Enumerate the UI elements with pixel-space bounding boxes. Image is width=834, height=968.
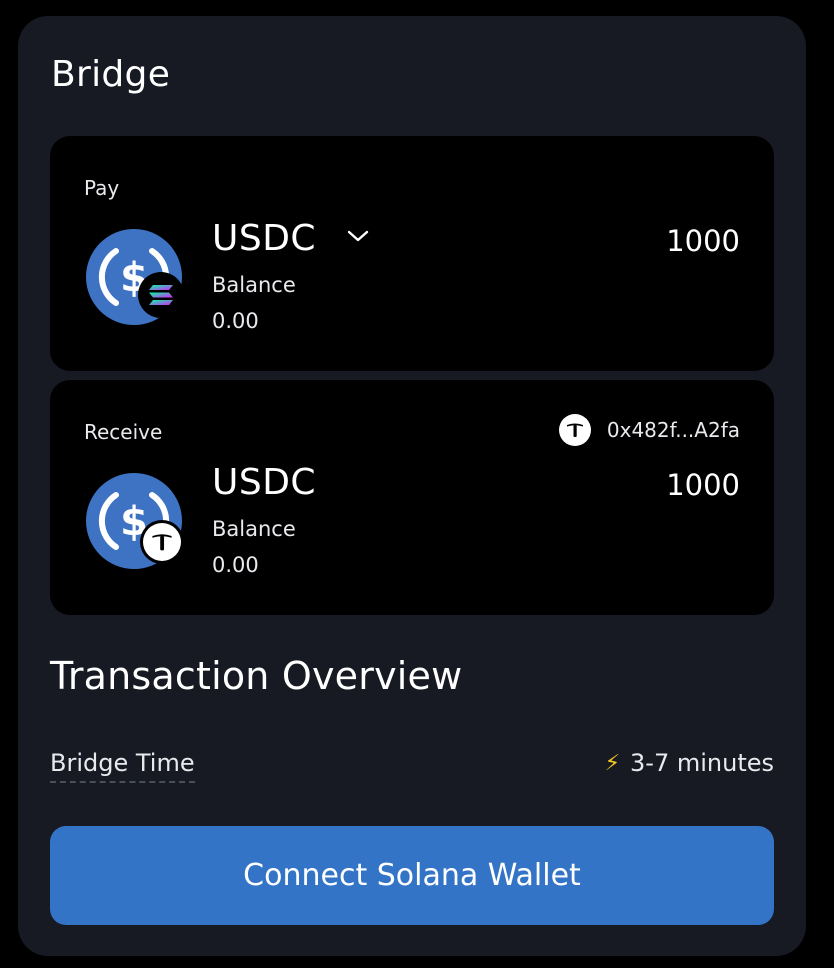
bridge-card: Bridge Pay $ USDC Balance 0.00 1000 Rece… — [18, 16, 806, 956]
pay-balance-value: 0.00 — [212, 309, 259, 333]
receive-amount: 1000 — [666, 468, 740, 502]
bridge-time-label[interactable]: Bridge Time — [50, 749, 195, 783]
receive-panel: Receive 0x482f...A2fa $ USDC Balance 0.0… — [50, 380, 774, 615]
receive-address-text: 0x482f...A2fa — [606, 418, 740, 442]
lightning-icon: ⚡ — [604, 750, 621, 776]
receive-label: Receive — [84, 420, 163, 444]
connect-wallet-button[interactable]: Connect Solana Wallet — [50, 826, 774, 925]
receive-address[interactable]: 0x482f...A2fa — [558, 414, 740, 446]
t-chain-icon — [558, 414, 591, 446]
receive-balance-label: Balance — [212, 517, 296, 541]
overview-title: Transaction Overview — [50, 654, 463, 698]
t-chain-badge-icon — [140, 520, 184, 564]
receive-token-symbol: USDC — [212, 462, 317, 503]
pay-token-symbol[interactable]: USDC — [212, 218, 316, 259]
pay-label: Pay — [84, 176, 120, 200]
chevron-down-icon[interactable] — [346, 228, 370, 244]
pay-amount-input[interactable]: 1000 — [666, 224, 740, 258]
bridge-time-value: ⚡ 3-7 minutes — [605, 749, 774, 777]
pay-panel: Pay $ USDC Balance 0.00 1000 — [50, 136, 774, 371]
receive-balance-value: 0.00 — [212, 553, 259, 577]
pay-balance-label: Balance — [212, 273, 296, 297]
bridge-time-text: 3-7 minutes — [630, 749, 774, 777]
bridge-title: Bridge — [51, 54, 171, 95]
solana-icon — [138, 272, 184, 318]
